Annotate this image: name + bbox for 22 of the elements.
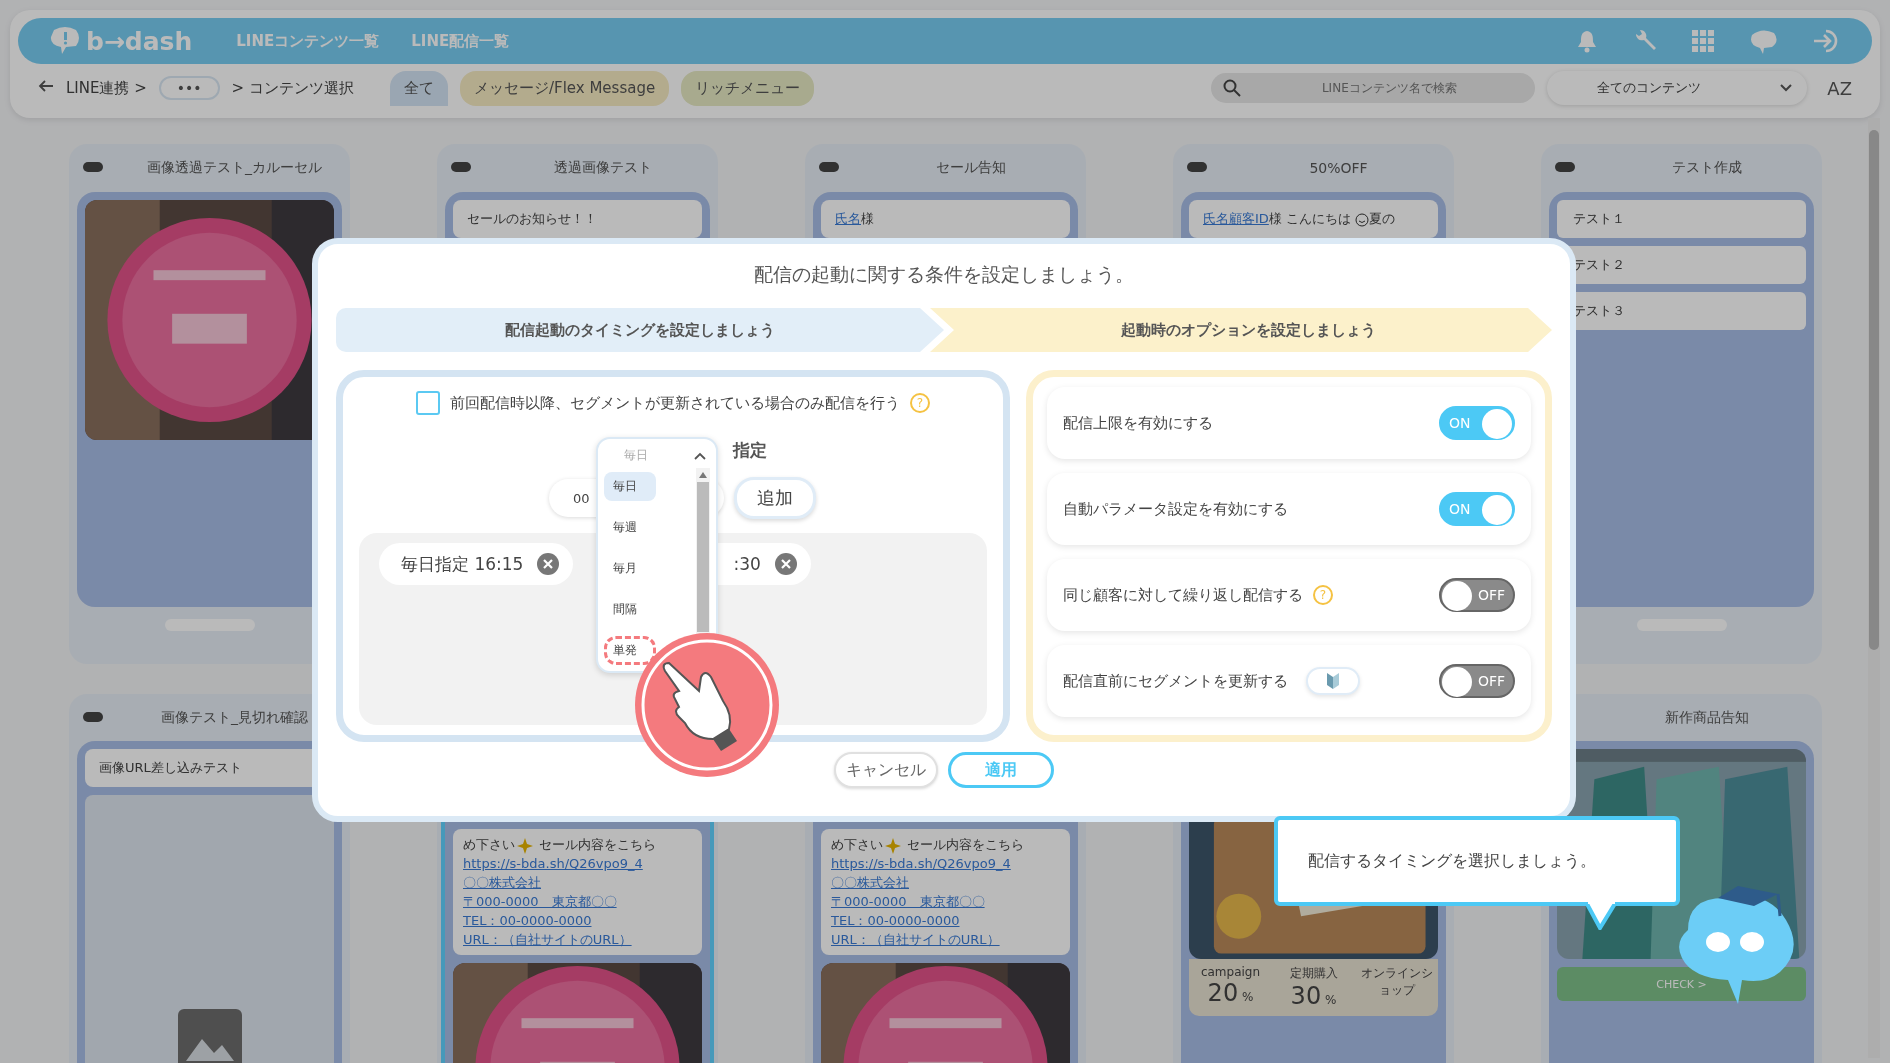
breadcrumb-current: > コンテンツ選択 — [231, 78, 354, 98]
schedule-text: 毎日指定 16:15 — [401, 552, 524, 576]
option-label: 同じ顧客に対して繰り返し配信する — [1062, 585, 1303, 605]
mode-label: 指定 — [733, 438, 767, 462]
stat-label: 定期購入 30% — [1288, 965, 1339, 1013]
message-bubble: め下さい セール内容をこちら https://s-bda.sh/Q26vpo9_4 〇〇株式会社 〒000-0000 東京都〇〇 TEL：00-0000-0000 URL：（自社サイトのURL） — [453, 829, 702, 956]
option-label: 配信上限を有効にする — [1062, 413, 1213, 433]
stat-label: campaign 20% — [1199, 964, 1262, 1010]
schedule-text: :30 — [733, 554, 761, 574]
message-bubble: 氏名様 — [821, 200, 1070, 238]
message-bubble: め下さい セール内容をこちら https://s-bda.sh/Q26vpo9_4 〇〇株式会社 〒000-0000 東京都〇〇 TEL：00-0000-0000 URL：（自社サイトのURL） — [821, 829, 1070, 956]
message-bubble: 氏名顧客ID様 こんにちは 夏の — [1189, 200, 1438, 238]
dropdown-value: 毎日 — [624, 447, 648, 464]
step-banner: 起動時のオプションを設定しましょう — [930, 308, 1552, 352]
dialog-title: 配信の起動に関する条件を設定しましょう。 — [753, 262, 1135, 287]
option-label: 配信直前にセグメントを更新する — [1062, 671, 1288, 691]
step-banner: 配信起動のタイミングを設定しましょう — [336, 308, 944, 352]
list-item: テスト１ — [1557, 200, 1806, 238]
option-label: 自動パラメータ設定を有効にする — [1062, 499, 1288, 519]
checkbox-label: 前回配信時以降、セグメントが更新されている場合のみ配信を行う — [449, 393, 900, 413]
stat-label: オンラインショップ — [1359, 965, 1434, 1000]
message-bubble: セールのお知らせ！！ — [453, 200, 702, 238]
